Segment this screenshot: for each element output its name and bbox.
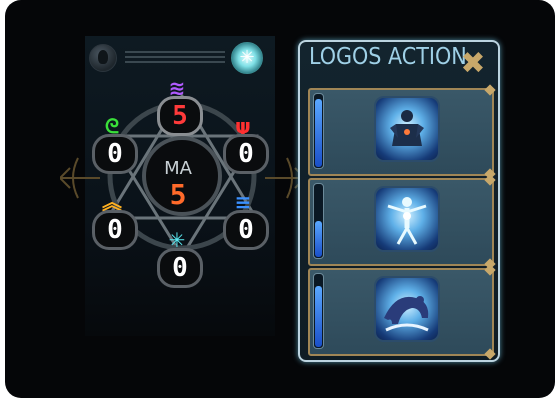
game-screen: ✳ MA 5 ≋ 5 ᘓ 0 ψ 0 ︽ 0 ≡ 0 ✳ 0 LOGOS ACT… [5,0,555,398]
ma-label: MA [164,158,192,179]
divider-lines [125,48,225,63]
magic-node-bottom: 0 [157,248,203,288]
magic-node-lower-right: 0 [223,210,269,250]
crossed-blades-icon[interactable]: ✖ [457,48,489,80]
blue-waves-icon: ≡ [234,190,252,214]
magic-top-bar: ✳ [85,40,265,76]
glowing-figure-icon[interactable] [374,186,440,252]
magic-node-upper-right: 0 [223,134,269,174]
action-gauge [313,93,324,169]
logos-action-slot-2[interactable] [308,174,496,270]
action-gauge [313,273,324,349]
crouching-beast-icon[interactable] [374,276,440,342]
action-gauge [313,183,324,259]
logos-action-title: LOGOS ACTION [309,44,467,70]
magic-node-top: 5 [157,96,203,136]
green-swirl-icon: ᘓ [104,114,120,138]
armored-warrior-icon[interactable] [374,96,440,162]
logos-action-slot-3[interactable] [308,264,496,360]
ma-value: 5 [169,178,187,211]
orange-chevron-icon: ︽ [102,190,122,214]
magic-node-upper-left: 0 [92,134,138,174]
purple-wave-icon: ≋ [168,76,186,100]
red-flame-icon: ψ [235,114,251,138]
magic-node-lower-left: 0 [92,210,138,250]
cyan-star-orb-icon: ✳ [231,42,263,74]
character-orb-icon [89,44,117,72]
logos-action-slot-1[interactable] [308,84,496,180]
cyan-star-icon: ✳ [168,228,186,252]
